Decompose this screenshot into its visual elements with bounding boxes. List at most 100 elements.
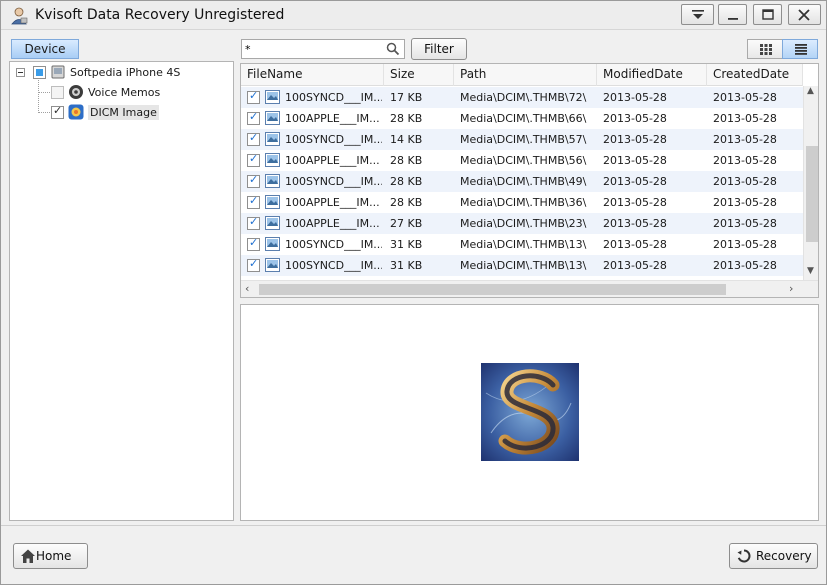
file-table: FileName Size Path ModifiedDate CreatedD… bbox=[240, 63, 819, 298]
cell-created: 2013-05-28 bbox=[713, 217, 777, 230]
search-input[interactable] bbox=[245, 41, 379, 57]
cell-size: 28 KB bbox=[390, 112, 423, 125]
cell-modified: 2013-05-28 bbox=[603, 196, 667, 209]
home-button[interactable]: Home bbox=[13, 543, 88, 569]
app-logo-icon bbox=[11, 7, 28, 25]
table-row[interactable]: 100APPLE___IM... 28 KB Media\DCIM\.THMB\36… bbox=[241, 192, 803, 213]
table-row[interactable]: 100SYNCD___IM... 17 KB Media\DCIM\.THMB\72… bbox=[241, 87, 803, 108]
list-view-button[interactable] bbox=[782, 39, 818, 59]
device-tree-panel: Softpedia iPhone 4S Voice Memos DICM Ima… bbox=[9, 61, 234, 521]
column-header-path[interactable]: Path bbox=[454, 64, 597, 86]
column-header-size[interactable]: Size bbox=[384, 64, 454, 86]
collapse-toggle[interactable] bbox=[16, 68, 25, 77]
grid-view-icon bbox=[760, 44, 772, 55]
cell-filename: 100APPLE___IM... bbox=[285, 196, 380, 209]
device-checkbox[interactable] bbox=[33, 65, 46, 79]
cell-filename: 100SYNCD___IM... bbox=[285, 259, 382, 272]
cell-path: Media\DCIM\.THMB\56\ bbox=[460, 154, 587, 167]
row-checkbox[interactable] bbox=[247, 173, 260, 188]
recovery-button[interactable]: Recovery bbox=[729, 543, 818, 569]
device-tab[interactable]: Device bbox=[11, 39, 79, 59]
cell-path: Media\DCIM\.THMB\72\ bbox=[460, 91, 587, 104]
table-row[interactable]: 100SYNCD___IM... 28 KB Media\DCIM\.THMB\49… bbox=[241, 171, 803, 192]
column-header-modified[interactable]: ModifiedDate bbox=[597, 64, 707, 86]
voice-memos-label: Voice Memos bbox=[88, 85, 161, 99]
cell-path: Media\DCIM\.THMB\49\ bbox=[460, 175, 587, 188]
column-header-created[interactable]: CreatedDate bbox=[707, 64, 803, 86]
close-button[interactable] bbox=[788, 4, 821, 25]
horizontal-scrollbar[interactable]: ‹ › bbox=[241, 280, 818, 297]
table-row[interactable]: 100APPLE___IM... 28 KB Media\DCIM\.THMB\56… bbox=[241, 150, 803, 171]
table-row[interactable]: 100SYNCD___IM... 31 KB Media\DCIM\.THMB\13… bbox=[241, 255, 803, 276]
voice-memos-checkbox[interactable] bbox=[51, 85, 64, 99]
cell-created: 2013-05-28 bbox=[713, 112, 777, 125]
minimize-icon bbox=[728, 18, 738, 20]
table-row[interactable]: 100APPLE___IM... 27 KB Media\DCIM\.THMB\23… bbox=[241, 213, 803, 234]
search-icon[interactable] bbox=[386, 42, 400, 56]
scroll-down-icon[interactable]: ▼ bbox=[807, 266, 814, 276]
device-label: Softpedia iPhone 4S bbox=[70, 65, 181, 79]
footer-divider bbox=[1, 525, 826, 526]
cell-path: Media\DCIM\.THMB\23\ bbox=[460, 217, 587, 230]
cell-modified: 2013-05-28 bbox=[603, 112, 667, 125]
row-checkbox[interactable] bbox=[247, 110, 260, 125]
home-icon bbox=[21, 549, 35, 563]
recovery-label: Recovery bbox=[756, 549, 812, 563]
table-row[interactable]: 100APPLE___IM... 28 KB Media\DCIM\.THMB\66… bbox=[241, 108, 803, 129]
tree-line bbox=[38, 80, 39, 113]
cell-filename: 100APPLE___IM... bbox=[285, 217, 380, 230]
cell-filename: 100SYNCD___IM... bbox=[285, 238, 382, 251]
cell-path: Media\DCIM\.THMB\13\ bbox=[460, 238, 587, 251]
dicm-image-checkbox[interactable] bbox=[51, 104, 64, 119]
table-row[interactable]: 100SYNCD___IM... 14 KB Media\DCIM\.THMB\57… bbox=[241, 129, 803, 150]
cell-size: 28 KB bbox=[390, 196, 423, 209]
table-row[interactable]: 100SYNCD___IM... 31 KB Media\DCIM\.THMB\13… bbox=[241, 234, 803, 255]
row-checkbox[interactable] bbox=[247, 194, 260, 209]
cell-modified: 2013-05-28 bbox=[603, 238, 667, 251]
image-file-icon bbox=[265, 153, 280, 167]
list-view-icon bbox=[795, 44, 807, 55]
voice-memo-icon bbox=[69, 85, 83, 99]
row-checkbox[interactable] bbox=[247, 215, 260, 230]
preview-image bbox=[481, 363, 579, 461]
cell-created: 2013-05-28 bbox=[713, 175, 777, 188]
vertical-scroll-thumb[interactable] bbox=[806, 146, 818, 242]
maximize-button[interactable] bbox=[753, 4, 782, 25]
cell-size: 28 KB bbox=[390, 175, 423, 188]
minimize-button[interactable] bbox=[718, 4, 747, 25]
tree-node-dicm-image[interactable]: DICM Image bbox=[51, 103, 159, 121]
close-icon bbox=[798, 9, 810, 21]
scroll-right-icon[interactable]: › bbox=[789, 282, 793, 295]
horizontal-scroll-thumb[interactable] bbox=[259, 284, 726, 295]
row-checkbox[interactable] bbox=[247, 236, 260, 251]
row-checkbox[interactable] bbox=[247, 131, 260, 146]
cell-created: 2013-05-28 bbox=[713, 238, 777, 251]
vertical-scrollbar[interactable]: ▲ ▼ bbox=[803, 86, 818, 281]
scroll-left-icon[interactable]: ‹ bbox=[245, 282, 249, 295]
cell-filename: 100APPLE___IM... bbox=[285, 154, 380, 167]
window-title: Kvisoft Data Recovery Unregistered bbox=[35, 7, 285, 23]
search-box[interactable] bbox=[241, 39, 405, 59]
filter-button[interactable]: Filter bbox=[411, 38, 467, 60]
tree-node-voice-memos[interactable]: Voice Memos bbox=[51, 83, 160, 101]
dropdown-icon bbox=[692, 10, 704, 19]
row-checkbox[interactable] bbox=[247, 257, 260, 272]
menu-dropdown-button[interactable] bbox=[681, 4, 714, 25]
scroll-up-icon[interactable]: ▲ bbox=[807, 86, 814, 96]
cell-filename: 100SYNCD___IM... bbox=[285, 133, 382, 146]
title-bar[interactable]: Kvisoft Data Recovery Unregistered bbox=[1, 1, 826, 30]
image-file-icon bbox=[265, 111, 280, 125]
image-file-icon bbox=[265, 174, 280, 188]
cell-modified: 2013-05-28 bbox=[603, 154, 667, 167]
column-header-filename[interactable]: FileName bbox=[241, 64, 384, 86]
photos-icon bbox=[68, 104, 84, 120]
row-checkbox[interactable] bbox=[247, 152, 260, 167]
image-file-icon bbox=[265, 132, 280, 146]
grid-view-button[interactable] bbox=[747, 39, 783, 59]
cell-path: Media\DCIM\.THMB\57\ bbox=[460, 133, 587, 146]
image-file-icon bbox=[265, 237, 280, 251]
row-checkbox[interactable] bbox=[247, 89, 260, 104]
tree-node-device[interactable]: Softpedia iPhone 4S bbox=[33, 63, 180, 81]
cell-filename: 100APPLE___IM... bbox=[285, 112, 380, 125]
cell-modified: 2013-05-28 bbox=[603, 217, 667, 230]
